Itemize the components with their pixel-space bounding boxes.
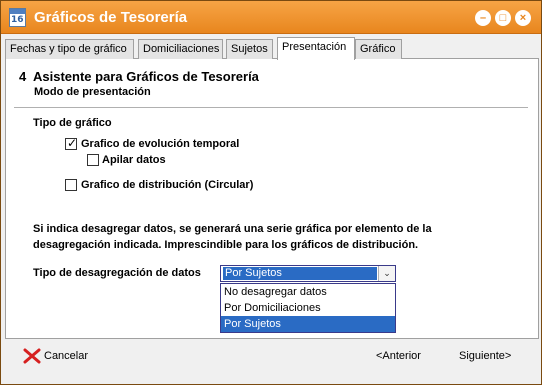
breakdown-select[interactable]: Por Sujetos ⌄ <box>220 265 396 282</box>
tab-domiciliaciones[interactable]: Domiciliaciones <box>138 39 223 59</box>
check-icon: ✓ <box>67 136 78 150</box>
evolution-label[interactable]: Grafico de evolución temporal <box>81 138 239 150</box>
calendar-icon-number: 16 <box>11 15 24 25</box>
breakdown-note: Si indica desagregar datos, se generará … <box>33 223 432 251</box>
distribution-label[interactable]: Grafico de distribución (Circular) <box>81 179 253 191</box>
stack-data-label[interactable]: Apilar datos <box>102 154 166 166</box>
close-icon[interactable]: × <box>515 10 531 26</box>
tab-grafico[interactable]: Gráfico <box>355 39 402 59</box>
header-divider <box>14 107 528 108</box>
calendar-icon: 16 <box>9 8 26 27</box>
title-bar[interactable]: 16 Gráficos de Tesorería – □ × <box>1 1 541 34</box>
chevron-down-icon[interactable]: ⌄ <box>378 266 395 281</box>
distribution-checkbox[interactable] <box>65 179 77 191</box>
wizard-step-number: 4 <box>19 69 27 84</box>
chart-wizard-window: 16 Gráficos de Tesorería – □ × Fechas y … <box>0 0 542 385</box>
wizard-title: Asistente para Gráficos de Tesorería <box>33 69 259 84</box>
breakdown-dropdown: No desagregar datos Por Domiciliaciones … <box>220 283 396 333</box>
maximize-icon[interactable]: □ <box>495 10 511 26</box>
tab-sujetos[interactable]: Sujetos <box>226 39 273 59</box>
wizard-subtitle: Modo de presentación <box>34 86 151 98</box>
breakdown-label: Tipo de desagregación de datos <box>33 267 201 279</box>
breakdown-selected-value[interactable]: Por Sujetos <box>222 266 378 281</box>
minimize-icon[interactable]: – <box>475 10 491 26</box>
presentation-panel: 4 Asistente para Gráficos de Tesorería M… <box>5 59 539 339</box>
next-button[interactable]: Siguiente> <box>459 350 511 362</box>
stack-data-checkbox[interactable] <box>87 154 99 166</box>
window-title: Gráficos de Tesorería <box>34 9 188 26</box>
option-by-subjects[interactable]: Por Sujetos <box>221 316 395 332</box>
previous-button[interactable]: <Anterior <box>376 350 421 362</box>
evolution-checkbox[interactable]: ✓ <box>65 136 78 150</box>
tab-presentacion[interactable]: Presentación <box>277 37 355 60</box>
option-by-direct-debits[interactable]: Por Domiciliaciones <box>221 300 395 316</box>
chart-type-heading: Tipo de gráfico <box>33 117 112 129</box>
tab-fechas[interactable]: Fechas y tipo de gráfico <box>5 39 134 59</box>
cancel-icon[interactable] <box>23 348 41 364</box>
cancel-button[interactable]: Cancelar <box>44 350 88 362</box>
option-no-breakdown[interactable]: No desagregar datos <box>221 284 395 300</box>
tab-strip: Fechas y tipo de gráfico Domiciliaciones… <box>5 37 539 60</box>
